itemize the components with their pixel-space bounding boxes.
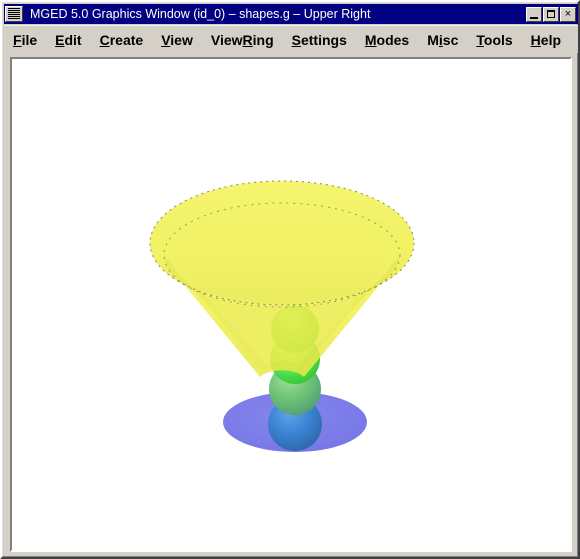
menu-mnemonic-file: F — [13, 31, 22, 48]
menu-mnemonic-viewring: R — [242, 31, 253, 48]
window-inner-frame: MGED 5.0 Graphics Window (id_0) – shapes… — [2, 2, 578, 557]
maximize-icon — [547, 9, 555, 18]
3d-graphics-viewport[interactable] — [12, 59, 570, 550]
titlebar[interactable]: MGED 5.0 Graphics Window (id_0) – shapes… — [4, 4, 578, 24]
mged-graphics-window: MGED 5.0 Graphics Window (id_0) – shapes… — [0, 0, 580, 559]
menu-item-view[interactable]: View — [152, 30, 202, 50]
menu-item-viewring[interactable]: ViewRing — [202, 30, 283, 50]
menu-mnemonic-view: V — [161, 31, 171, 48]
menu-item-create[interactable]: Create — [91, 30, 153, 50]
menu-label-settings: ettings — [300, 31, 347, 48]
menu-label-viewring-post: ing — [252, 31, 274, 48]
menu-label-misc-pre: M — [427, 31, 439, 48]
menu-item-help[interactable]: Help — [522, 30, 570, 50]
menu-item-file[interactable]: File — [4, 30, 46, 50]
menu-label-help: elp — [540, 31, 562, 48]
menu-label-create: reate — [109, 31, 144, 48]
menu-mnemonic-create: C — [99, 31, 110, 48]
close-icon: × — [564, 7, 572, 20]
menu-label-file: ile — [21, 31, 38, 48]
menu-label-view: iew — [170, 31, 193, 48]
minimize-button[interactable] — [526, 6, 542, 22]
minimize-icon — [530, 16, 538, 19]
menu-mnemonic-settings: S — [291, 31, 301, 48]
menu-mnemonic-modes: M — [364, 31, 377, 48]
menu-item-misc[interactable]: Misc — [418, 30, 467, 50]
menu-item-tools[interactable]: Tools — [467, 30, 521, 50]
menu-label-tools: ools — [483, 31, 513, 48]
system-menu-stripes — [8, 8, 20, 20]
menu-item-settings[interactable]: Settings — [283, 30, 356, 50]
menu-label-viewring-pre: View — [210, 31, 243, 48]
graphics-canvas-frame — [10, 57, 572, 552]
menubar: File Edit Create View ViewRing Settings … — [4, 25, 578, 53]
menu-label-edit: dit — [64, 31, 82, 48]
menu-mnemonic-help: H — [530, 31, 541, 48]
cone-goblet-bowl — [149, 180, 415, 377]
menu-label-modes: odes — [376, 31, 410, 48]
window-controls: × — [526, 6, 576, 22]
menu-label-misc-post: sc — [442, 31, 459, 48]
system-menu-icon[interactable] — [5, 6, 23, 22]
menu-mnemonic-tools: T — [476, 31, 484, 48]
window-title: MGED 5.0 Graphics Window (id_0) – shapes… — [30, 7, 371, 21]
menu-item-modes[interactable]: Modes — [356, 30, 418, 50]
maximize-button[interactable] — [543, 6, 559, 22]
close-button[interactable]: × — [560, 6, 576, 22]
menu-item-edit[interactable]: Edit — [46, 30, 90, 50]
